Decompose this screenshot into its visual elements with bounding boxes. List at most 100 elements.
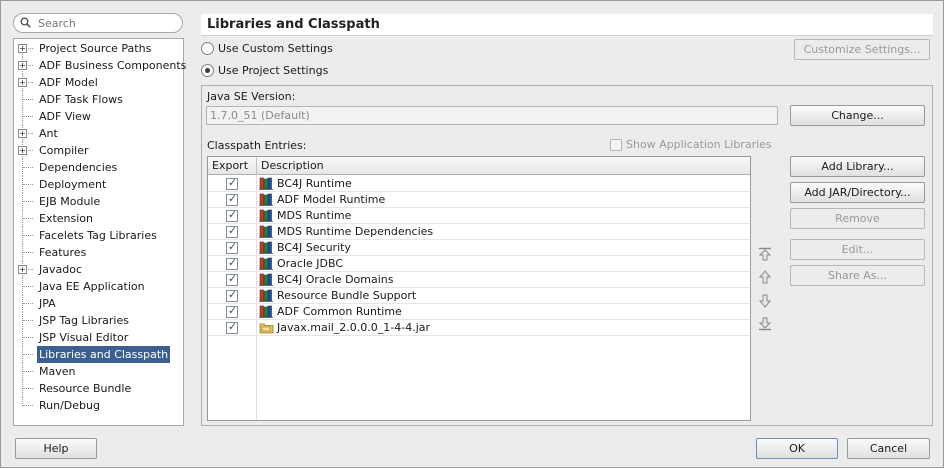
preferences-tree[interactable]: + Project Source Paths + ADF Business Compo… bbox=[13, 38, 186, 426]
export-checkbox[interactable] bbox=[226, 256, 238, 270]
cancel-button[interactable]: Cancel bbox=[847, 438, 930, 459]
tree-connector bbox=[23, 354, 33, 355]
tree-item[interactable]: Dependencies bbox=[14, 159, 183, 176]
export-checkbox[interactable] bbox=[226, 320, 238, 334]
use-project-settings-radio[interactable]: Use Project Settings bbox=[201, 63, 341, 79]
add-jar-directory-button[interactable]: Add JAR/Directory... bbox=[790, 182, 925, 203]
tree-item[interactable]: + ADF Model bbox=[14, 74, 183, 91]
entry-description: ADF Model Runtime bbox=[277, 193, 386, 206]
library-icon bbox=[259, 273, 273, 286]
tree-connector bbox=[23, 303, 33, 304]
search-input[interactable] bbox=[38, 16, 178, 30]
expand-icon[interactable]: + bbox=[18, 78, 27, 87]
table-row[interactable]: MDS Runtime bbox=[208, 208, 750, 224]
table-row[interactable]: Javax.mail_2.0.0.0_1-4-4.jar bbox=[208, 320, 750, 336]
tree-item[interactable]: + Ant bbox=[14, 125, 183, 142]
tree-item-label: Features bbox=[39, 246, 87, 259]
column-header-export[interactable]: Export bbox=[208, 157, 257, 175]
tree-item[interactable]: + Javadoc bbox=[14, 261, 183, 278]
table-row[interactable]: BC4J Oracle Domains bbox=[208, 272, 750, 288]
table-row[interactable]: BC4J Security bbox=[208, 240, 750, 256]
column-header-description[interactable]: Description bbox=[257, 157, 750, 175]
change-button[interactable]: Change... bbox=[790, 105, 925, 126]
tree-connector bbox=[23, 286, 33, 287]
help-button[interactable]: Help bbox=[15, 438, 97, 459]
library-icon bbox=[259, 289, 273, 302]
tree-item[interactable]: Maven bbox=[14, 363, 183, 380]
tree-item[interactable]: ADF Task Flows bbox=[14, 91, 183, 108]
share-as-button[interactable]: Share As... bbox=[790, 265, 925, 286]
export-checkbox[interactable] bbox=[226, 272, 238, 286]
move-to-top-icon[interactable] bbox=[757, 246, 773, 262]
tree-item[interactable]: + ADF Business Components bbox=[14, 57, 186, 74]
tree-item[interactable]: + Project Source Paths bbox=[14, 40, 183, 57]
entry-description: Oracle JDBC bbox=[277, 257, 344, 270]
export-checkbox[interactable] bbox=[226, 224, 238, 238]
tree-item-label: ADF Task Flows bbox=[39, 93, 123, 106]
tree-item-label: Maven bbox=[39, 365, 76, 378]
export-checkbox[interactable] bbox=[226, 288, 238, 302]
customize-settings-button[interactable]: Customize Settings... bbox=[794, 39, 930, 60]
library-icon bbox=[259, 193, 273, 206]
expand-icon[interactable]: + bbox=[18, 44, 27, 53]
expand-icon[interactable]: + bbox=[18, 129, 27, 138]
tree-item[interactable]: Extension bbox=[14, 210, 183, 227]
classpath-entries-label: Classpath Entries: bbox=[207, 139, 307, 152]
edit-button[interactable]: Edit... bbox=[790, 239, 925, 260]
expand-icon[interactable]: + bbox=[18, 61, 27, 70]
tree-item[interactable]: ADF View bbox=[14, 108, 183, 125]
export-checkbox[interactable] bbox=[226, 208, 238, 222]
tree-item[interactable]: EJB Module bbox=[14, 193, 183, 210]
classpath-entries-table[interactable]: Export Description BC4J Runtime ADF Model… bbox=[207, 156, 751, 421]
tree-item[interactable]: Java EE Application bbox=[14, 278, 183, 295]
remove-button[interactable]: Remove bbox=[790, 208, 925, 229]
tree-item[interactable]: JSP Tag Libraries bbox=[14, 312, 183, 329]
search-box[interactable] bbox=[13, 13, 183, 33]
library-icon bbox=[259, 305, 273, 318]
tree-item-label: Java EE Application bbox=[39, 280, 145, 293]
tree-item[interactable]: Facelets Tag Libraries bbox=[14, 227, 183, 244]
radio-button-project[interactable] bbox=[201, 64, 214, 77]
tree-item[interactable]: Run/Debug bbox=[14, 397, 183, 414]
tree-item[interactable]: Deployment bbox=[14, 176, 183, 193]
ok-button[interactable]: OK bbox=[756, 438, 838, 459]
tree-item-label: Project Source Paths bbox=[39, 42, 152, 55]
table-header: Export Description bbox=[208, 157, 750, 175]
move-to-bottom-icon[interactable] bbox=[757, 316, 773, 332]
use-custom-settings-radio[interactable]: Use Custom Settings bbox=[201, 41, 341, 57]
radio-button-custom[interactable] bbox=[201, 42, 214, 55]
entry-description: MDS Runtime Dependencies bbox=[277, 225, 434, 238]
tree-connector bbox=[23, 167, 33, 168]
tree-item[interactable]: Resource Bundle bbox=[14, 380, 183, 397]
library-icon bbox=[259, 241, 273, 254]
move-down-icon[interactable] bbox=[757, 293, 773, 309]
entry-description: ADF Common Runtime bbox=[277, 305, 402, 318]
add-library-button[interactable]: Add Library... bbox=[790, 156, 925, 177]
table-row[interactable]: ADF Common Runtime bbox=[208, 304, 750, 320]
tree-item[interactable]: Features bbox=[14, 244, 183, 261]
export-checkbox[interactable] bbox=[226, 176, 238, 190]
table-row[interactable]: ADF Model Runtime bbox=[208, 192, 750, 208]
tree-item-label: Dependencies bbox=[39, 161, 118, 174]
tree-item[interactable]: JSP Visual Editor bbox=[14, 329, 183, 346]
export-checkbox[interactable] bbox=[226, 304, 238, 318]
table-row[interactable]: MDS Runtime Dependencies bbox=[208, 224, 750, 240]
tree-item[interactable]: Libraries and Classpath bbox=[14, 346, 183, 363]
move-up-icon[interactable] bbox=[757, 269, 773, 285]
tree-item[interactable]: JPA bbox=[14, 295, 183, 312]
tree-item[interactable]: + Compiler bbox=[14, 142, 183, 159]
tree-item-label: ADF View bbox=[39, 110, 91, 123]
expand-icon[interactable]: + bbox=[18, 265, 27, 274]
tree-item-label: Resource Bundle bbox=[39, 382, 132, 395]
table-row[interactable]: BC4J Runtime bbox=[208, 176, 750, 192]
tree-item-label: Extension bbox=[39, 212, 94, 225]
tree-connector bbox=[23, 252, 33, 253]
table-row[interactable]: Oracle JDBC bbox=[208, 256, 750, 272]
expand-icon[interactable]: + bbox=[18, 146, 27, 155]
export-checkbox[interactable] bbox=[226, 192, 238, 206]
export-checkbox[interactable] bbox=[226, 240, 238, 254]
use-project-settings-label: Use Project Settings bbox=[218, 64, 329, 77]
tree-item-label: Facelets Tag Libraries bbox=[39, 229, 157, 242]
table-row[interactable]: Resource Bundle Support bbox=[208, 288, 750, 304]
show-application-libraries-checkbox[interactable] bbox=[610, 139, 622, 151]
